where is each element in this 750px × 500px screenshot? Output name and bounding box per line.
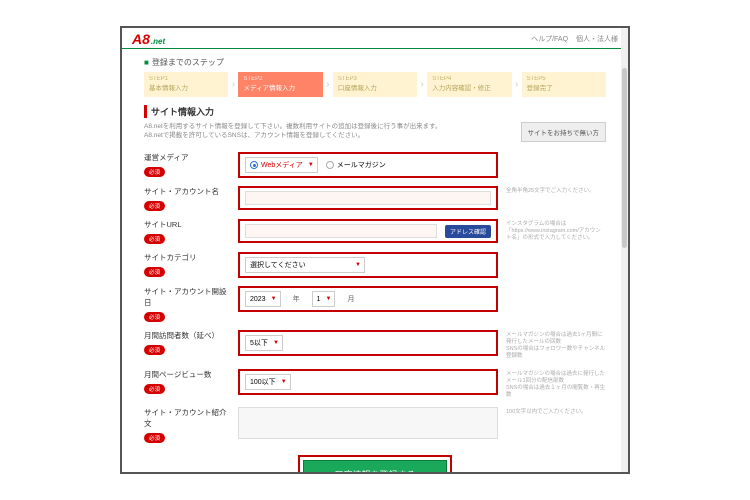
required-badge: 必須 xyxy=(144,267,165,277)
open-highlight: 2023 年 1 月 xyxy=(238,286,498,312)
year-select[interactable]: 2023 xyxy=(245,291,281,307)
row-intro: サイト・アカウント紹介文 必須 100文字以内でご入力ください。 xyxy=(144,403,606,447)
browser-window: A8 .net ヘルプ/FAQ 個人・法人様 登録までのステップ STEP1 基… xyxy=(120,26,630,474)
required-badge: 必須 xyxy=(144,167,165,177)
section-desc: A8.netを利用するサイト情報を登録して下さい。複数利用サイトの追加は登録後に… xyxy=(144,122,441,140)
required-badge: 必須 xyxy=(144,234,165,244)
row-media: 運営メディア 必須 Webメディア メールマガジン xyxy=(144,148,606,182)
logo-net: .net xyxy=(151,37,165,46)
submit-highlight: 口座情報を登録する xyxy=(298,455,451,474)
steps-heading: 登録までのステップ xyxy=(144,57,606,68)
step-5: STEP5 登録完了 xyxy=(522,72,606,97)
label-open: サイト・アカウント開設日 xyxy=(144,286,230,308)
row-url: サイトURL 必須 アドレス確認 インスタグラムの場合は「https://www… xyxy=(144,215,606,248)
top-links: ヘルプ/FAQ 個人・法人様 xyxy=(525,34,618,44)
url-hint: インスタグラムの場合は「https://www.instagram.com/アカ… xyxy=(506,219,606,242)
no-site-button[interactable]: サイトをお持ちで無い方 xyxy=(521,122,607,142)
pv-highlight: 100以下 xyxy=(238,369,498,395)
required-badge: 必須 xyxy=(144,345,165,355)
step-arrow: › xyxy=(228,72,238,97)
required-badge: 必須 xyxy=(144,384,165,394)
step-1: STEP1 基本情報入力 xyxy=(144,72,228,97)
required-badge: 必須 xyxy=(144,201,165,211)
section-desc-row: A8.netを利用するサイト情報を登録して下さい。複数利用サイトの追加は登録後に… xyxy=(144,122,606,142)
site-url-input[interactable] xyxy=(245,224,437,238)
row-category: サイトカテゴリ 必須 選択してください xyxy=(144,248,606,282)
pv-hint: メールマガジンの場合は過去に発行したメール1回分の配信部数 SNSの場合は過去１… xyxy=(506,369,606,400)
visitors-highlight: 5以下 xyxy=(238,330,498,356)
radio-dot-icon xyxy=(250,161,258,169)
intro-textarea[interactable] xyxy=(238,407,498,439)
required-badge: 必須 xyxy=(144,433,165,443)
step-3: STEP3 口座情報入力 xyxy=(333,72,417,97)
step-2: STEP2 メディア情報入力 xyxy=(238,72,322,97)
name-highlight xyxy=(238,186,498,210)
required-badge: 必須 xyxy=(144,312,165,322)
row-open-date: サイト・アカウント開設日 必須 2023 年 1 月 xyxy=(144,282,606,326)
row-name: サイト・アカウント名 必須 全角半角25文字でご入力ください。 xyxy=(144,182,606,215)
visitors-hint: メールマガジンの場合は過去1ヶ月間に発行したメールの回数 SNSの場合はフォロワ… xyxy=(506,330,606,361)
submit-wrap: 口座情報を登録する 入力情報は登録後に修正できますのでご安心ください。 xyxy=(144,455,606,474)
month-select[interactable]: 1 xyxy=(312,291,336,307)
label-media: 運営メディア xyxy=(144,152,230,163)
intro-hint: 100文字以内でご入力ください。 xyxy=(506,407,606,416)
label-pv: 月間ページビュー数 xyxy=(144,369,230,380)
pv-select[interactable]: 100以下 xyxy=(245,374,291,390)
media-highlight: Webメディア メールマガジン xyxy=(238,152,498,178)
radio-web[interactable]: Webメディア xyxy=(245,157,318,173)
section-title: サイト情報入力 xyxy=(144,105,606,118)
progress-steps: STEP1 基本情報入力 › STEP2 メディア情報入力 › STEP3 口座… xyxy=(144,72,606,97)
category-select[interactable]: 選択してください xyxy=(245,257,365,273)
step-arrow: › xyxy=(512,72,522,97)
step-arrow: › xyxy=(323,72,333,97)
url-highlight: アドレス確認 xyxy=(238,219,498,243)
label-visitors: 月間訪問者数（延べ） xyxy=(144,330,230,341)
visitors-select[interactable]: 5以下 xyxy=(245,335,283,351)
submit-button[interactable]: 口座情報を登録する xyxy=(303,460,446,474)
step-4: STEP4 入力内容確認・修正 xyxy=(427,72,511,97)
scrollbar[interactable] xyxy=(621,28,628,472)
logo-a8: A8 xyxy=(132,31,150,47)
label-category: サイトカテゴリ xyxy=(144,252,230,263)
corp-link[interactable]: 個人・法人様 xyxy=(576,36,618,43)
row-pv: 月間ページビュー数 必須 100以下 メールマガジンの場合は過去に発行したメール… xyxy=(144,365,606,404)
logo: A8 .net xyxy=(132,31,165,47)
address-confirm-button[interactable]: アドレス確認 xyxy=(445,225,491,238)
name-hint: 全角半角25文字でご入力ください。 xyxy=(506,186,606,195)
radio-dot-icon xyxy=(326,161,334,169)
scrollbar-thumb[interactable] xyxy=(622,68,627,248)
help-link[interactable]: ヘルプ/FAQ xyxy=(531,36,568,43)
site-name-input[interactable] xyxy=(245,191,491,205)
top-bar: A8 .net ヘルプ/FAQ 個人・法人様 xyxy=(122,28,628,47)
category-highlight: 選択してください xyxy=(238,252,498,278)
step-arrow: › xyxy=(417,72,427,97)
label-name: サイト・アカウント名 xyxy=(144,186,230,197)
radio-mail[interactable]: メールマガジン xyxy=(326,160,386,170)
row-visitors: 月間訪問者数（延べ） 必須 5以下 メールマガジンの場合は過去1ヶ月間に発行した… xyxy=(144,326,606,365)
label-url: サイトURL xyxy=(144,219,230,230)
content: 登録までのステップ STEP1 基本情報入力 › STEP2 メディア情報入力 … xyxy=(122,49,628,474)
label-intro: サイト・アカウント紹介文 xyxy=(144,407,230,429)
